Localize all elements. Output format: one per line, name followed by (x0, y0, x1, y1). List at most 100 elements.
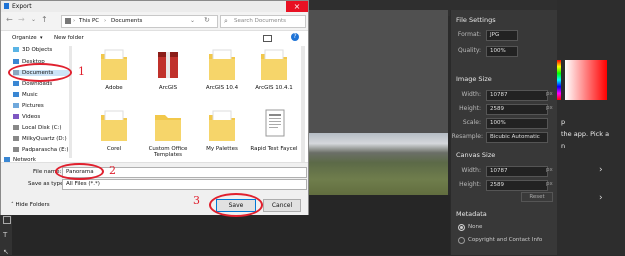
recent-dropdown-icon[interactable]: ⌄ (31, 16, 36, 23)
promo-text-3: n (561, 142, 566, 150)
up-arrow-icon[interactable]: ↑ (41, 15, 48, 24)
sidebar-item-milkyquartz[interactable]: MilkyQuartz (D:) (13, 136, 67, 142)
forward-arrow-icon[interactable]: → (18, 15, 25, 24)
promo-text-1: p (561, 118, 566, 126)
sidebar-label: 3D Objects (22, 47, 53, 53)
meta-none-radio[interactable] (458, 224, 465, 231)
sidebar-item-downloads[interactable]: Downloads (13, 81, 52, 87)
ps-right-dock: p the app. Pick a n › › (557, 0, 625, 255)
annotation-circle-filename (55, 163, 104, 180)
desktop-icon (13, 59, 19, 64)
navigation-pane: 3D Objects Desktop Documents Downloads M… (1, 44, 73, 163)
address-dropdown-icon[interactable]: ⌄ (190, 17, 195, 24)
sidebar-item-music[interactable]: Music (13, 92, 38, 98)
document-icon (265, 109, 285, 137)
file-tile-corel[interactable]: Corel (89, 107, 139, 152)
music-icon (13, 92, 19, 97)
file-tile-custom-office-templates[interactable]: Custom Office Templates (143, 107, 193, 158)
breadcrumb-documents[interactable]: Documents (111, 18, 142, 24)
dialog-titlebar: Export × (1, 1, 308, 12)
file-grid-scrollbar[interactable] (301, 46, 305, 162)
file-name: Corel (106, 146, 122, 152)
breadcrumb-separator-2: › (104, 18, 107, 24)
search-box[interactable]: ⌕ Search Documents (220, 15, 306, 28)
sidebar-item-local-disk[interactable]: Local Disk (C:) (13, 125, 62, 131)
annotation-number-3: 3 (193, 194, 200, 207)
chevron-right-icon-2[interactable]: › (599, 193, 603, 203)
export-dialog: Export × ← → ⌄ ↑ › This PC › Documents ⌄… (0, 0, 309, 215)
resample-select[interactable]: Bicubic Automatic (486, 132, 548, 143)
file-tile-my-palettes[interactable]: My Palettes (197, 107, 247, 152)
pictures-icon (13, 103, 19, 108)
width-field[interactable]: 10787 (486, 90, 548, 101)
quality-field[interactable]: 100% (486, 46, 518, 57)
canvas-width-unit: px (546, 167, 553, 173)
photoshop-app-icon (4, 3, 9, 9)
new-folder-button[interactable]: New folder (54, 35, 84, 41)
refresh-icon[interactable]: ↻ (204, 16, 210, 24)
folder-icon (209, 110, 235, 141)
sidebar-item-videos[interactable]: Videos (13, 114, 40, 120)
width-label: Width: (461, 91, 481, 98)
canvas-height-field[interactable]: 2589 (486, 180, 548, 191)
file-tile-arcgis[interactable]: ArcGIS (143, 46, 193, 91)
drive-icon (13, 125, 19, 130)
color-picker[interactable] (565, 60, 607, 100)
format-select[interactable]: JPG (486, 30, 518, 41)
save-type-select[interactable]: All Files (*.*) (62, 179, 307, 190)
folder-icon (101, 49, 127, 80)
file-tile-arcgis-10-4[interactable]: ArcGIS 10.4 (197, 46, 247, 91)
panorama-preview-image (302, 133, 448, 199)
file-name: Rapid Test Faycel (250, 146, 298, 152)
folder-icon (209, 49, 235, 80)
sidebar-label: Local Disk (C:) (22, 125, 62, 131)
sidebar-item-padparascha[interactable]: Padparascha (E:) (13, 147, 69, 153)
sidebar-label: Pictures (22, 103, 44, 109)
meta-copyright-radio[interactable] (458, 237, 465, 244)
hue-slider[interactable] (557, 60, 561, 100)
file-name: Adobe (105, 85, 123, 91)
file-tile-rapid-test-faycel[interactable]: Rapid Test Faycel (249, 107, 299, 152)
height-unit: px (546, 105, 553, 111)
type-tool-icon[interactable]: T (3, 231, 7, 239)
sidebar-scrollbar[interactable] (69, 46, 72, 158)
annotation-number-2: 2 (109, 164, 116, 177)
hide-folders-button[interactable]: ˄ Hide Folders (11, 202, 50, 208)
command-bar: Organize ▾ New folder ? (1, 31, 308, 44)
file-settings-heading: File Settings (456, 16, 496, 24)
reset-button[interactable]: Reset (521, 192, 553, 202)
image-size-heading: Image Size (456, 75, 492, 83)
export-settings-panel: File Settings Format: JPG Quality: 100% … (450, 10, 558, 255)
move-tool-icon[interactable] (3, 216, 11, 224)
hide-folders-label: Hide Folders (15, 202, 50, 208)
archive-icon (158, 52, 178, 78)
save-type-label: Save as type: (28, 181, 66, 187)
breadcrumb-this-pc[interactable]: This PC (79, 18, 99, 24)
sidebar-item-3d-objects[interactable]: 3D Objects (13, 47, 52, 53)
canvas-width-field[interactable]: 10787 (486, 166, 548, 177)
folder-icon (101, 110, 127, 141)
format-label: Format: (457, 31, 481, 38)
organize-button[interactable]: Organize (12, 35, 37, 41)
cube-icon (13, 47, 19, 52)
canvas-width-label: Width: (461, 167, 481, 174)
sidebar-label: MilkyQuartz (D:) (22, 136, 67, 142)
file-name: ArcGIS 10.4.1 (255, 85, 293, 91)
file-tile-arcgis-10-4-1[interactable]: ArcGIS 10.4.1 (249, 46, 299, 91)
canvas-height-label: Height: (459, 181, 481, 188)
sidebar-item-pictures[interactable]: Pictures (13, 103, 44, 109)
address-bar[interactable]: › This PC › Documents ⌄ ↻ (61, 15, 218, 28)
cancel-button[interactable]: Cancel (263, 199, 301, 212)
scale-field[interactable]: 100% (486, 118, 548, 129)
back-arrow-icon[interactable]: ← (6, 15, 13, 24)
videos-icon (13, 114, 19, 119)
close-icon[interactable]: × (286, 1, 308, 12)
height-field[interactable]: 2589 (486, 104, 548, 115)
view-options-icon[interactable] (263, 35, 272, 42)
chevron-right-icon[interactable]: › (599, 165, 603, 175)
file-tile-adobe[interactable]: Adobe (89, 46, 139, 91)
meta-none-label: None (468, 224, 483, 230)
sidebar-label: Music (22, 92, 38, 98)
annotation-number-1: 1 (78, 65, 85, 78)
help-icon[interactable]: ? (291, 33, 299, 41)
